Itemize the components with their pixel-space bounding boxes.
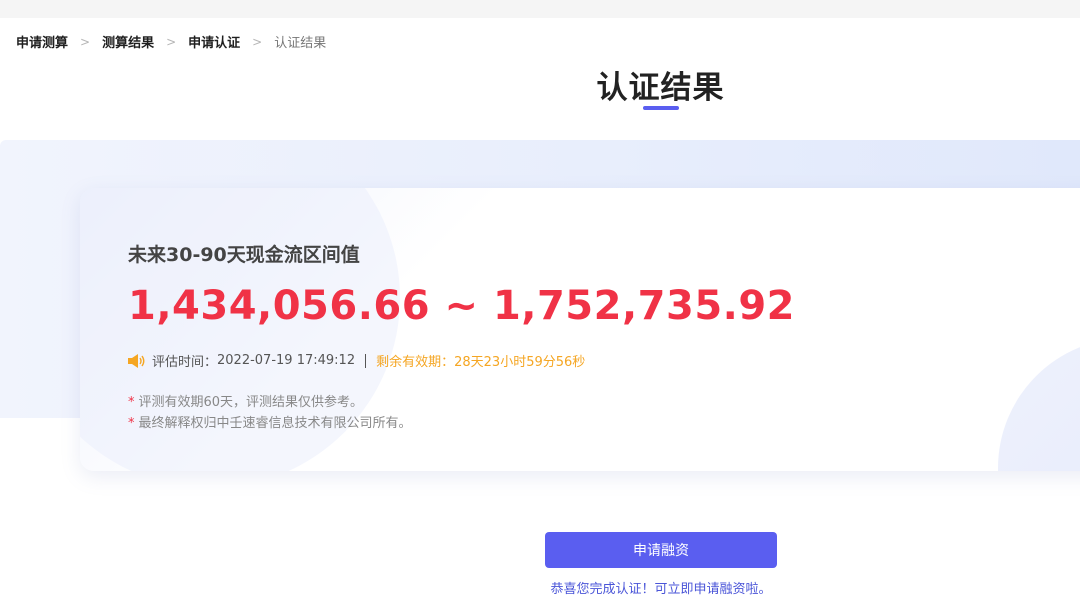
result-card-content: 未来30-90天现金流区间值 1,434,056.66 ~ 1,752,735.… [128, 240, 795, 434]
result-meta: 评估时间： 2022-07-19 17:49:12 剩余有效期： 28天23小时… [128, 351, 795, 370]
note-marker: * [128, 416, 135, 431]
note-item: * 最终解释权归中壬速睿信息技术有限公司所有。 [128, 413, 795, 434]
remaining-validity-label: 剩余有效期： [376, 355, 455, 370]
note-marker: * [128, 395, 135, 410]
page-title: 认证结果 [596, 70, 725, 106]
page: 申请测算 > 测算结果 > 申请认证 > 认证结果 认证结果 未来30-90天现… [0, 18, 1080, 614]
speaker-icon [128, 353, 145, 368]
eval-time-label: 评估时间： [152, 355, 218, 370]
remaining-validity-value: 28天23小时59分56秒 [454, 355, 586, 370]
eval-time-value: 2022-07-19 17:49:12 [217, 353, 356, 368]
meta-divider [365, 353, 367, 368]
note-text: 评测有效期60天，评测结果仅供参考。 [138, 395, 364, 410]
result-notes: * 评测有效期60天，评测结果仅供参考。 * 最终解释权归中壬速睿信息技术有限公司所… [128, 392, 795, 434]
title-underline [643, 106, 679, 110]
congrats-message: 恭喜您完成认证！可立即申请融资啦。 [550, 582, 772, 597]
cashflow-range-value: 1,434,056.66 ~ 1,752,735.92 [128, 283, 796, 329]
cashflow-range-label: 未来30-90天现金流区间值 [128, 244, 360, 266]
breadcrumb-item-calc-result[interactable]: 测算结果 [102, 32, 154, 51]
breadcrumb-item-cert-result: 认证结果 [274, 36, 327, 51]
decorative-circle [998, 338, 1080, 471]
breadcrumb: 申请测算 > 测算结果 > 申请认证 > 认证结果 [16, 32, 327, 52]
breadcrumb-item-apply-calc[interactable]: 申请测算 [16, 32, 68, 51]
chevron-right-icon: > [166, 34, 177, 49]
breadcrumb-item-apply-cert[interactable]: 申请认证 [188, 32, 240, 51]
result-card: 未来30-90天现金流区间值 1,434,056.66 ~ 1,752,735.… [80, 188, 1080, 471]
note-item: * 评测有效期60天，评测结果仅供参考。 [128, 392, 795, 413]
apply-financing-button[interactable]: 申请融资 [545, 532, 777, 568]
chevron-right-icon: > [252, 34, 263, 49]
note-text: 最终解释权归中壬速睿信息技术有限公司所有。 [138, 416, 412, 431]
chevron-right-icon: > [80, 34, 91, 49]
